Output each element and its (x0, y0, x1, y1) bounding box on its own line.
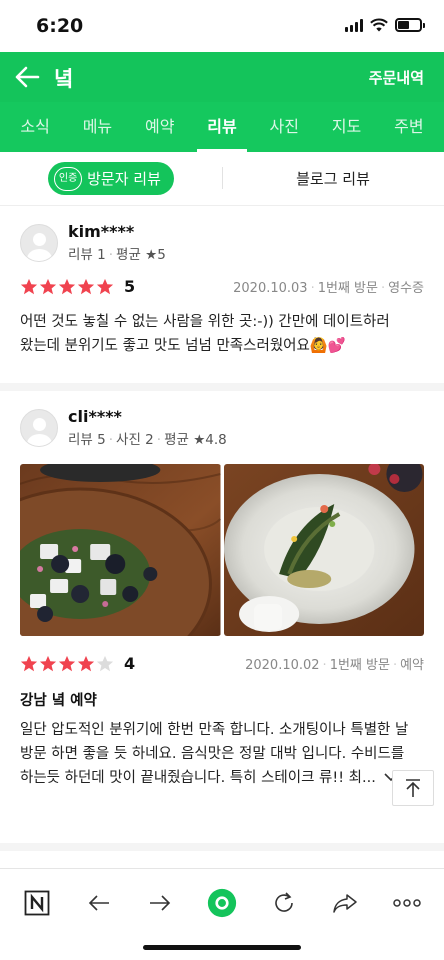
star-filled-icon (58, 655, 76, 671)
review-card: kim**** 리뷰 1 · 평균 ★5 5 2020.10.03 · 1번째 방문 · 영… (0, 206, 444, 391)
rating-score: 4 (124, 654, 136, 673)
status-icons (345, 18, 425, 32)
star-rating (20, 655, 114, 673)
browser-toolbar (0, 868, 444, 960)
star-empty-icon (96, 655, 114, 671)
review-meta: 2020.10.02 · 1번째 방문 · 예약 (245, 658, 424, 673)
verified-badge-icon: 인증 (54, 166, 83, 191)
tab-reservation[interactable]: 예약 (139, 102, 180, 152)
orders-link[interactable]: 주문내역 (369, 67, 424, 88)
user-average: 평균 ★5 (116, 247, 166, 263)
back-arrow-icon[interactable] (14, 65, 40, 89)
more-dots-icon (393, 899, 421, 907)
share-icon (333, 894, 358, 913)
plated-dish-photo[interactable] (223, 464, 424, 636)
scroll-to-top-button[interactable] (392, 770, 434, 806)
salad-photo[interactable] (20, 464, 221, 636)
home-indicator (143, 945, 301, 950)
star-filled-icon (96, 278, 114, 294)
refresh-button[interactable] (269, 888, 299, 918)
status-time: 6:20 (36, 15, 84, 37)
user-average: 평균 ★4.8 (164, 432, 227, 448)
visitor-review-label: 방문자 리뷰 (87, 170, 161, 188)
visitor-review-button[interactable]: 인증 방문자 리뷰 (48, 162, 174, 195)
tab-bar: 소식 메뉴 예약 리뷰 사진 지도 주변 (0, 102, 444, 152)
tab-news[interactable]: 소식 (14, 102, 55, 152)
naver-n-icon (24, 890, 50, 916)
user-review-count: 리뷰 5 (68, 432, 106, 448)
avatar (20, 408, 58, 447)
green-dot-button[interactable] (207, 888, 237, 918)
tab-photos[interactable]: 사진 (264, 102, 305, 152)
blog-review-button[interactable]: 블로그 리뷰 (222, 152, 444, 205)
review-author[interactable]: kim**** 리뷰 1 · 평균 ★5 (20, 222, 424, 263)
signal-icon (345, 18, 363, 32)
arrow-left-icon (88, 895, 109, 911)
naver-home-button[interactable] (22, 888, 52, 918)
review-date: 2020.10.02 (245, 658, 320, 673)
username: kim**** (68, 222, 135, 241)
tab-nearby[interactable]: 주변 (388, 102, 429, 152)
review-title: 강남 녘 예약 (20, 693, 97, 709)
review-author[interactable]: cli**** 리뷰 5 · 사진 2 · 평균 ★4.8 (20, 407, 424, 448)
arrow-up-icon (406, 779, 420, 797)
browser-back-button[interactable] (84, 888, 114, 918)
review-text[interactable]: 어떤 것도 놓칠 수 없는 사람을 위한 곳:-)) 간만에 데이트하러 왔는데… (20, 310, 424, 358)
green-dot-icon (207, 888, 237, 918)
battery-icon (395, 18, 425, 32)
browser-forward-button[interactable] (145, 888, 175, 918)
review-date: 2020.10.03 (233, 281, 308, 296)
star-rating (20, 278, 114, 296)
review-meta: 2020.10.03 · 1번째 방문 · 영수증 (233, 281, 424, 296)
star-filled-icon (20, 655, 38, 671)
tab-menu[interactable]: 메뉴 (77, 102, 118, 152)
review-photos (20, 464, 424, 636)
arrow-right-icon (150, 895, 171, 911)
review-text-content: 일단 압도적인 분위기에 한번 만족 합니다. 소개팅이나 특별한 날 방문 하… (20, 722, 409, 786)
review-card: cli**** 리뷰 5 · 사진 2 · 평균 ★4.8 4 2020.10.… (0, 391, 444, 851)
username: cli**** (68, 407, 122, 426)
star-filled-icon (77, 655, 95, 671)
tab-map[interactable]: 지도 (326, 102, 367, 152)
avatar (20, 223, 58, 262)
review-text[interactable]: 일단 압도적인 분위기에 한번 만족 합니다. 소개팅이나 특별한 날 방문 하… (20, 718, 424, 790)
star-filled-icon (20, 278, 38, 294)
user-stats: 리뷰 5 · 사진 2 · 평균 ★4.8 (68, 432, 227, 448)
tab-reviews[interactable]: 리뷰 (197, 102, 248, 152)
user-review-count: 리뷰 1 (68, 247, 106, 263)
status-bar: 6:20 (0, 0, 444, 52)
divider (222, 167, 223, 189)
verification-type: 영수증 (388, 281, 424, 296)
verification-type: 예약 (400, 658, 424, 673)
refresh-icon (274, 892, 293, 912)
user-stats: 리뷰 1 · 평균 ★5 (68, 247, 166, 263)
star-filled-icon (58, 278, 76, 294)
wifi-icon (370, 18, 388, 32)
star-filled-icon (39, 655, 57, 671)
page-title: 녘 (54, 67, 74, 91)
star-filled-icon (39, 278, 57, 294)
user-photo-count: 사진 2 (116, 432, 154, 448)
visit-count: 1번째 방문 (317, 281, 378, 296)
more-options-button[interactable] (392, 888, 422, 918)
share-button[interactable] (330, 888, 360, 918)
visit-count: 1번째 방문 (329, 658, 390, 673)
blog-review-label: 블로그 리뷰 (296, 170, 370, 188)
review-type-switch: 인증 방문자 리뷰 블로그 리뷰 (0, 152, 444, 206)
rating-score: 5 (124, 277, 136, 296)
star-filled-icon (77, 278, 95, 294)
app-header: 녘 주문내역 (0, 52, 444, 102)
